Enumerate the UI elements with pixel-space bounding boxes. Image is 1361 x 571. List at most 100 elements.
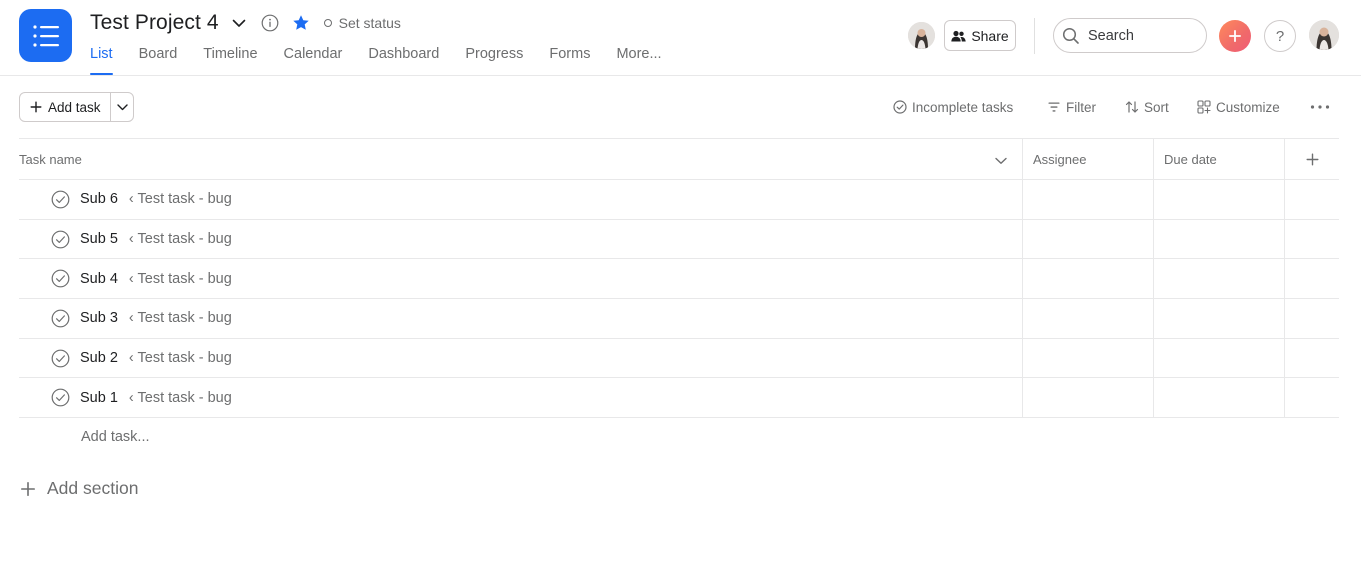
help-button[interactable]: ? bbox=[1264, 20, 1296, 52]
tab-forms[interactable]: Forms bbox=[549, 46, 590, 76]
project-title-row: Test Project 4 Set status bbox=[90, 10, 401, 36]
due-date-cell[interactable] bbox=[1153, 219, 1284, 259]
parent-task-link[interactable]: ‹ Test task - bug bbox=[129, 271, 232, 287]
chevron-down-icon[interactable] bbox=[995, 152, 1007, 170]
due-date-cell[interactable] bbox=[1153, 378, 1284, 418]
table-row[interactable]: Sub 4 ‹ Test task - bug bbox=[19, 259, 1339, 300]
assignee-cell[interactable] bbox=[1022, 180, 1153, 219]
column-header-task-name[interactable]: Task name bbox=[19, 139, 1022, 180]
filter-label: Filter bbox=[1066, 99, 1096, 115]
share-button[interactable]: Share bbox=[944, 20, 1016, 51]
complete-checkmark-icon[interactable] bbox=[51, 190, 70, 209]
top-header: Test Project 4 Set status List Board Tim… bbox=[0, 0, 1361, 76]
incomplete-tasks-filter[interactable]: Incomplete tasks bbox=[893, 96, 1013, 118]
add-task-dropdown[interactable] bbox=[111, 93, 133, 121]
sort-label: Sort bbox=[1144, 99, 1169, 115]
task-name[interactable]: Sub 2 bbox=[80, 350, 118, 366]
complete-checkmark-icon[interactable] bbox=[51, 309, 70, 328]
tab-list[interactable]: List bbox=[90, 46, 113, 76]
tab-dashboard[interactable]: Dashboard bbox=[368, 46, 439, 76]
complete-checkmark-icon[interactable] bbox=[51, 230, 70, 249]
task-name[interactable]: Sub 4 bbox=[80, 271, 118, 287]
parent-task-link[interactable]: ‹ Test task - bug bbox=[129, 231, 232, 247]
search-input[interactable] bbox=[1088, 27, 1188, 44]
plus-icon bbox=[30, 101, 42, 113]
table-header: Task name Assignee Due date bbox=[19, 138, 1339, 180]
filter-button[interactable]: Filter bbox=[1047, 96, 1096, 118]
due-date-cell[interactable] bbox=[1153, 259, 1284, 299]
column-label-task-name: Task name bbox=[19, 152, 82, 167]
set-status-label: Set status bbox=[338, 15, 401, 31]
table-row[interactable]: Sub 1 ‹ Test task - bug bbox=[19, 378, 1339, 419]
due-date-cell[interactable] bbox=[1153, 180, 1284, 219]
add-task-button[interactable]: Add task bbox=[20, 93, 111, 121]
assignee-cell[interactable] bbox=[1022, 259, 1153, 299]
add-task-inline[interactable]: Add task... bbox=[81, 429, 150, 445]
sort-icon bbox=[1125, 101, 1139, 113]
incomplete-tasks-label: Incomplete tasks bbox=[912, 99, 1014, 115]
customize-button[interactable]: Customize bbox=[1197, 96, 1280, 118]
project-member-avatar[interactable] bbox=[908, 22, 935, 49]
task-name-cell: Sub 6 ‹ Test task - bug bbox=[19, 180, 1022, 219]
task-table: Task name Assignee Due date Sub 6 ‹ Test… bbox=[19, 138, 1339, 419]
filter-icon bbox=[1048, 102, 1060, 112]
user-avatar[interactable] bbox=[1309, 20, 1339, 50]
tab-board[interactable]: Board bbox=[139, 46, 178, 76]
column-header-assignee[interactable]: Assignee bbox=[1022, 139, 1153, 180]
complete-checkmark-icon[interactable] bbox=[51, 349, 70, 368]
column-header-due-date[interactable]: Due date bbox=[1153, 139, 1284, 180]
parent-task-link[interactable]: ‹ Test task - bug bbox=[129, 310, 232, 326]
tab-timeline[interactable]: Timeline bbox=[203, 46, 257, 76]
extra-cell bbox=[1284, 259, 1339, 299]
tab-progress[interactable]: Progress bbox=[465, 46, 523, 76]
complete-checkmark-icon[interactable] bbox=[51, 269, 70, 288]
more-actions-button[interactable] bbox=[1310, 96, 1335, 118]
column-label-assignee: Assignee bbox=[1033, 152, 1087, 167]
assignee-cell[interactable] bbox=[1022, 378, 1153, 418]
search-box[interactable] bbox=[1053, 18, 1207, 53]
plus-icon bbox=[21, 481, 35, 496]
table-row[interactable]: Sub 2 ‹ Test task - bug bbox=[19, 338, 1339, 379]
tab-more[interactable]: More... bbox=[616, 46, 661, 76]
complete-checkmark-icon[interactable] bbox=[51, 388, 70, 407]
task-name-cell: Sub 5 ‹ Test task - bug bbox=[19, 220, 1022, 259]
task-name[interactable]: Sub 3 bbox=[80, 310, 118, 326]
table-row[interactable]: Sub 5 ‹ Test task - bug bbox=[19, 219, 1339, 260]
add-section-button[interactable]: Add section bbox=[20, 478, 138, 499]
list-view-logo-icon[interactable] bbox=[19, 9, 72, 62]
star-icon[interactable] bbox=[292, 14, 310, 32]
assignee-cell[interactable] bbox=[1022, 338, 1153, 378]
quick-add-button[interactable] bbox=[1219, 20, 1251, 52]
sort-button[interactable]: Sort bbox=[1125, 96, 1169, 118]
chevron-down-icon bbox=[116, 103, 128, 110]
more-horizontal-icon bbox=[1310, 105, 1330, 109]
due-date-cell[interactable] bbox=[1153, 338, 1284, 378]
table-row[interactable]: Sub 6 ‹ Test task - bug bbox=[19, 180, 1339, 220]
add-section-label: Add section bbox=[47, 478, 139, 498]
info-icon[interactable] bbox=[261, 14, 279, 32]
project-title[interactable]: Test Project 4 bbox=[90, 11, 219, 35]
task-name[interactable]: Sub 5 bbox=[80, 231, 118, 247]
task-name[interactable]: Sub 1 bbox=[80, 390, 118, 406]
task-name[interactable]: Sub 6 bbox=[80, 191, 118, 207]
extra-cell bbox=[1284, 338, 1339, 378]
parent-task-link[interactable]: ‹ Test task - bug bbox=[129, 350, 232, 366]
add-column-button[interactable] bbox=[1284, 139, 1339, 180]
set-status-button[interactable]: Set status bbox=[323, 15, 401, 31]
table-row[interactable]: Sub 3 ‹ Test task - bug bbox=[19, 299, 1339, 339]
header-divider bbox=[1034, 18, 1035, 54]
share-label: Share bbox=[971, 27, 1009, 44]
assignee-cell[interactable] bbox=[1022, 219, 1153, 259]
people-icon bbox=[951, 30, 967, 41]
assignee-cell[interactable] bbox=[1022, 299, 1153, 338]
plus-icon bbox=[1306, 153, 1318, 166]
chevron-down-icon[interactable] bbox=[231, 15, 247, 31]
customize-label: Customize bbox=[1216, 99, 1280, 115]
task-name-cell: Sub 4 ‹ Test task - bug bbox=[19, 259, 1022, 298]
extra-cell bbox=[1284, 180, 1339, 219]
tab-calendar[interactable]: Calendar bbox=[284, 46, 343, 76]
parent-task-link[interactable]: ‹ Test task - bug bbox=[129, 390, 232, 406]
parent-task-link[interactable]: ‹ Test task - bug bbox=[129, 191, 232, 207]
view-tabs: List Board Timeline Calendar Dashboard P… bbox=[90, 46, 688, 76]
due-date-cell[interactable] bbox=[1153, 299, 1284, 338]
